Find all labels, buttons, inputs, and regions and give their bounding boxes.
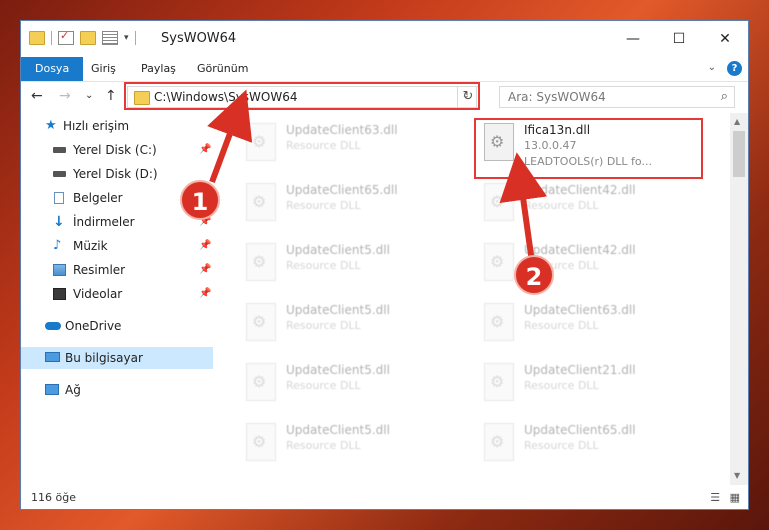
arrow-1 bbox=[207, 89, 253, 184]
annotation-arrows bbox=[207, 89, 548, 263]
callout-2: 2 bbox=[514, 255, 554, 295]
callout-1: 1 bbox=[180, 180, 220, 220]
arrow-2 bbox=[499, 152, 548, 263]
